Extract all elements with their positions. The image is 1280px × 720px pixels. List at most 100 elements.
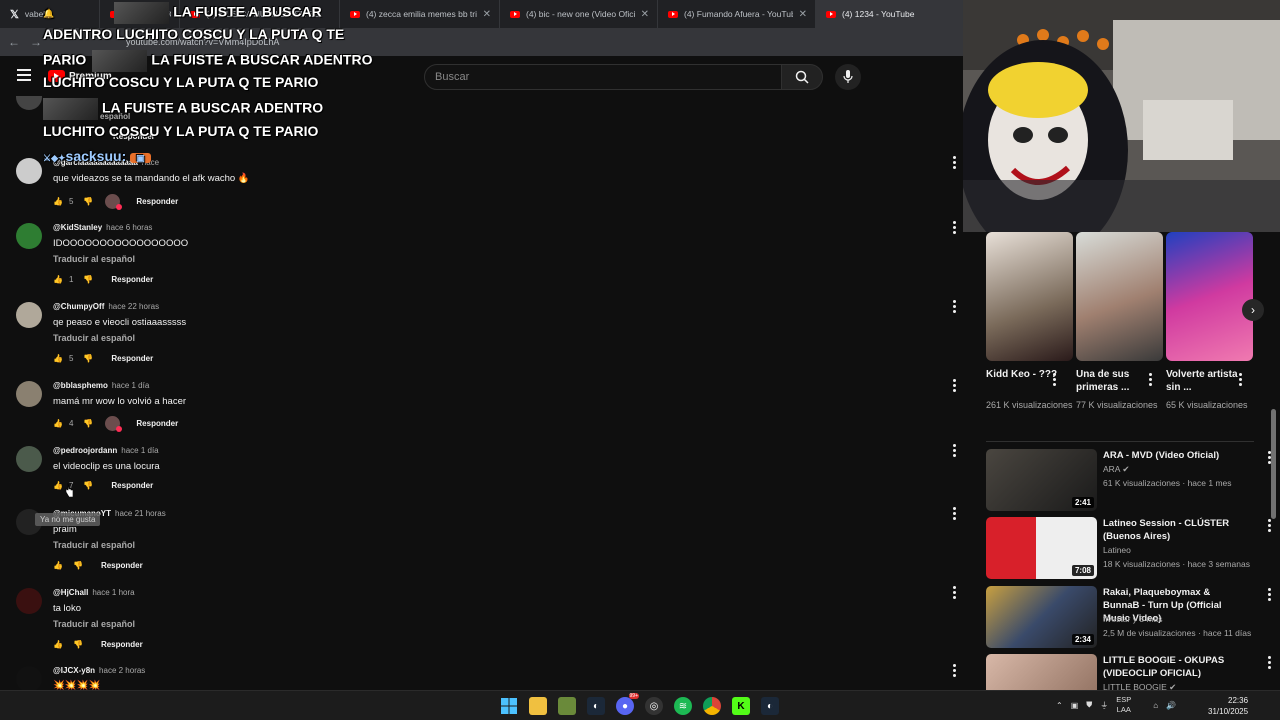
comment-time[interactable]: hace 1 día [121,446,158,455]
short-thumbnail[interactable] [986,232,1073,361]
translate-link[interactable]: Traducir al español [53,540,135,550]
short-card[interactable]: Kidd Keo - ??? 261 K visualizaciones [986,232,1073,412]
kick-icon[interactable]: K [732,697,750,715]
close-tab-icon[interactable]: ✕ [483,9,491,20]
tab-yt[interactable]: (4) zecca emilia memes bb trick ✕ [340,0,500,28]
tab-yt[interactable]: (4) Fumando Afuera - YouTube ✕ [658,0,816,28]
back-icon[interactable]: ← [8,35,20,49]
more-options-icon[interactable] [953,221,957,236]
avatar[interactable] [16,302,42,328]
reply-button[interactable]: Responder [136,197,178,206]
comment-author[interactable]: @bblasphemo [53,381,108,390]
close-tab-icon[interactable]: ✕ [799,9,807,20]
comment-author[interactable]: @ChumpyOff [53,302,104,311]
dislike-icon[interactable]: 👎 [83,481,93,490]
volume-icon[interactable]: 🔊 [1166,701,1176,710]
translate-link[interactable]: Traducir al español [53,619,135,629]
more-options-icon[interactable] [1268,519,1272,534]
shorts-next-button[interactable]: › [1242,299,1264,321]
more-options-icon[interactable] [1239,373,1243,388]
like-icon[interactable]: 👍 [53,419,63,428]
forward-icon[interactable]: → [30,35,42,49]
avatar[interactable] [16,381,42,407]
video-thumbnail[interactable]: 7:08 [986,517,1097,579]
chrome-icon[interactable] [703,697,721,715]
like-icon[interactable]: 👍 [53,481,63,490]
reply-button[interactable]: Responder [111,275,153,284]
reply-button[interactable]: Responder [101,561,143,570]
discord-icon[interactable]: ● 99+ [616,693,639,715]
comment-author[interactable]: @KidStanley [53,223,102,232]
usb-icon[interactable]: ⏚ [1100,700,1108,711]
clock[interactable]: 22:36 31/10/2025 [1208,695,1248,717]
recommended-video[interactable]: 2:34 Rakai, Plaqueboymax & BunnaB - Turn… [986,586,1271,650]
avatar[interactable] [16,223,42,249]
close-tab-icon[interactable]: ✕ [641,9,649,20]
reply-button[interactable]: Responder [111,481,153,490]
channel-name[interactable]: Latineo [1103,545,1131,555]
reply-button[interactable]: Responder [101,640,143,649]
more-options-icon[interactable] [953,379,957,394]
video-title[interactable]: ARA - MVD (Video Oficial) [1103,449,1243,462]
more-options-icon[interactable] [953,586,957,601]
like-icon[interactable]: 👍 [53,561,63,570]
comment-time[interactable]: hace 2 horas [99,666,145,675]
more-options-icon[interactable] [1149,373,1153,388]
like-icon[interactable]: 👍 [53,354,63,363]
dislike-icon[interactable]: 👎 [83,197,93,206]
avatar[interactable] [16,158,42,184]
windows-start-icon[interactable] [500,697,518,715]
dislike-icon[interactable]: 👎 [73,561,83,570]
recommended-video[interactable]: 7:08 Latineo Session - CLÚSTER (Buenos A… [986,517,1271,581]
language-indicator[interactable]: ESP LAA [1116,695,1131,715]
like-icon[interactable]: 👍 [53,275,63,284]
avatar[interactable] [16,666,42,690]
avatar[interactable] [16,446,42,472]
chevron-up-icon[interactable]: ⌃ [1056,701,1063,710]
comment-time[interactable]: hace 6 horas [106,223,152,232]
file-explorer-icon[interactable] [529,697,547,715]
more-options-icon[interactable] [953,300,957,315]
video-thumbnail[interactable] [986,654,1097,690]
reply-button[interactable]: Responder [111,354,153,363]
more-options-icon[interactable] [1268,588,1272,603]
comment-author[interactable]: @HjChall [53,588,88,597]
tab-yt[interactable]: (4) bic - new one (Video Oficial) ✕ [500,0,658,28]
steam-secondary-icon[interactable]: ◐ [761,697,779,715]
search-input[interactable]: Buscar [424,64,782,90]
epic-icon[interactable]: ◎ [645,697,663,715]
comment-time[interactable]: hace 22 horas [108,302,159,311]
video-title[interactable]: Latineo Session - CLÚSTER (Buenos Aires) [1103,517,1243,543]
recommended-video[interactable]: 2:41 ARA - MVD (Video Oficial) ARA ✔ 61 … [986,449,1271,513]
spotify-icon[interactable]: ≋ [674,697,692,715]
more-options-icon[interactable] [953,444,957,459]
video-thumbnail[interactable]: 2:41 [986,449,1097,511]
steam-icon[interactable]: ◐ [587,697,605,715]
avatar[interactable] [16,96,42,110]
hamburger-menu-icon[interactable] [17,69,31,84]
dislike-icon[interactable]: 👎 [83,354,93,363]
comment-author[interactable]: @IJCX-y8n [53,666,95,675]
short-title[interactable]: Kidd Keo - ??? [986,368,1073,394]
shield-icon[interactable]: ⛊ [1086,700,1092,710]
video-thumbnail[interactable]: 2:34 [986,586,1097,648]
recommended-video[interactable]: LITTLE BOOGIE - OKUPAS (VIDEOCLIP OFICIA… [986,654,1271,690]
video-title[interactable]: LITTLE BOOGIE - OKUPAS (VIDEOCLIP OFICIA… [1103,654,1243,680]
avatar[interactable] [16,588,42,614]
more-options-icon[interactable] [953,664,957,679]
tab-yt-active[interactable]: (4) 1234 - YouTube [816,0,963,28]
search-button[interactable] [781,64,823,90]
comment-author[interactable]: @pedroojordann [53,446,117,455]
scrollbar[interactable] [1271,409,1276,519]
network-icon[interactable]: ⌂ [1153,701,1158,710]
like-icon[interactable]: 👍 [53,197,63,206]
reply-button[interactable]: Responder [136,419,178,428]
minecraft-icon[interactable] [558,697,576,715]
translate-link[interactable]: Traducir al español [53,333,135,343]
more-options-icon[interactable] [953,156,957,171]
comment-time[interactable]: hace 1 día [112,381,149,390]
translate-link[interactable]: Traducir al español [53,254,135,264]
short-thumbnail[interactable] [1076,232,1163,361]
dislike-icon[interactable]: 👎 [73,640,83,649]
more-options-icon[interactable] [953,507,957,522]
